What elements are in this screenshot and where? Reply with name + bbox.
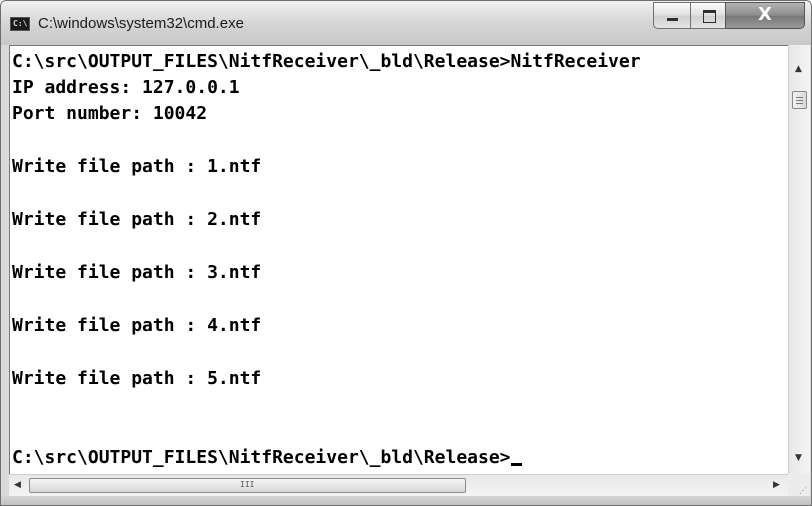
- title-bar[interactable]: C:\ C:\windows\system32\cmd.exe X: [1, 1, 811, 45]
- console-line: Write file path : 1.ntf: [12, 156, 262, 177]
- maximize-icon: [703, 10, 716, 23]
- resize-grip-icon: ⋰: [799, 486, 807, 495]
- grip-line: [796, 100, 803, 101]
- console-app-icon[interactable]: C:\: [10, 17, 30, 31]
- minimize-button[interactable]: [653, 2, 691, 29]
- console-line: Write file path : 3.ntf: [12, 262, 262, 283]
- horizontal-scrollbar[interactable]: ◀ III ▶: [9, 474, 788, 496]
- horizontal-grip-icon: III: [240, 480, 255, 489]
- cmd-window: C:\ C:\windows\system32\cmd.exe X C:\src…: [0, 0, 812, 506]
- console-line: Port number: 10042: [12, 103, 208, 124]
- console-line: IP address: 127.0.0.1: [12, 77, 240, 98]
- console-prompt-line: C:\src\OUTPUT_FILES\NitfReceiver\_bld\Re…: [12, 448, 522, 468]
- vertical-scrollbar[interactable]: ▲ ▼: [788, 45, 810, 474]
- minimize-icon: [667, 18, 678, 21]
- console-output[interactable]: C:\src\OUTPUT_FILES\NitfReceiver\_bld\Re…: [9, 45, 788, 475]
- scroll-down-arrow-icon[interactable]: ▼: [795, 453, 802, 463]
- maximize-button[interactable]: [690, 2, 726, 29]
- grip-line: [796, 103, 803, 104]
- window-bottom-border: [1, 496, 811, 505]
- scroll-left-arrow-icon[interactable]: ◀: [14, 480, 21, 490]
- horizontal-scroll-thumb[interactable]: III: [29, 478, 466, 493]
- close-icon: X: [758, 4, 772, 25]
- console-line: C:\src\OUTPUT_FILES\NitfReceiver\_bld\Re…: [12, 51, 641, 72]
- resize-grip[interactable]: ⋰: [788, 474, 810, 496]
- scroll-up-arrow-icon[interactable]: ▲: [795, 64, 802, 74]
- console-line: Write file path : 4.ntf: [12, 315, 262, 336]
- close-button[interactable]: X: [725, 2, 805, 29]
- text-cursor: [510, 463, 522, 466]
- console-line: Write file path : 2.ntf: [12, 209, 262, 230]
- scroll-right-arrow-icon[interactable]: ▶: [773, 480, 780, 490]
- console-prompt: C:\src\OUTPUT_FILES\NitfReceiver\_bld\Re…: [12, 447, 511, 468]
- grip-line: [796, 97, 803, 98]
- window-title: C:\windows\system32\cmd.exe: [38, 15, 244, 32]
- app-icon-label: C:\: [13, 19, 28, 28]
- console-line: Write file path : 5.ntf: [12, 368, 262, 389]
- vertical-scroll-thumb[interactable]: [792, 91, 807, 109]
